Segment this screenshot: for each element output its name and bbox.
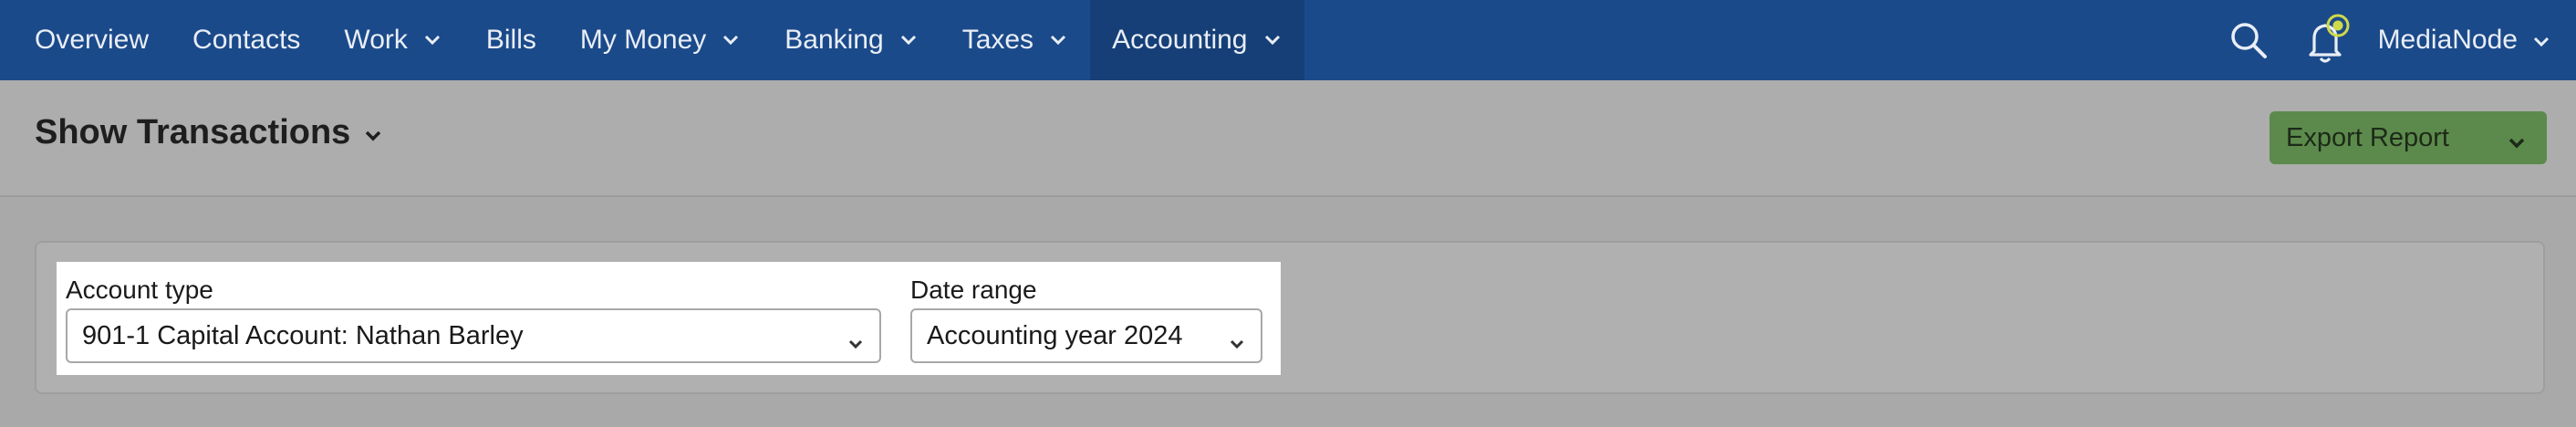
nav-item-accounting[interactable]: Accounting (1090, 0, 1304, 80)
page-header: Show Transactions Export Report (0, 80, 2576, 197)
nav-item-label: My Money (579, 25, 707, 55)
nav-item-bills[interactable]: Bills (464, 0, 558, 80)
export-report-label: Export Report (2286, 122, 2449, 152)
nav-item-label: Bills (485, 25, 536, 55)
search-icon[interactable] (2221, 13, 2276, 68)
date-range-select[interactable]: Accounting year 2024 (910, 308, 1262, 363)
nav-item-my-money[interactable]: My Money (558, 0, 763, 80)
chevron-down-icon (1228, 328, 1246, 359)
account-type-value: 901-1 Capital Account: Nathan Barley (82, 320, 524, 350)
date-range-value: Accounting year 2024 (927, 320, 1183, 350)
chevron-down-icon (2532, 25, 2550, 56)
nav-item-contacts[interactable]: Contacts (171, 0, 322, 80)
chevron-down-icon (1262, 30, 1283, 50)
account-type-select[interactable]: 901-1 Capital Account: Nathan Barley (66, 308, 881, 363)
nav-item-label: Contacts (192, 25, 301, 55)
page-title: Show Transactions (35, 113, 351, 151)
chevron-down-icon (721, 30, 741, 50)
chevron-down-icon (422, 30, 442, 50)
account-type-label: Account type (66, 276, 213, 304)
notification-bell-icon[interactable] (2300, 13, 2354, 68)
chevron-down-icon (2507, 128, 2527, 158)
nav-item-label: Taxes (961, 25, 1034, 55)
user-menu[interactable]: MediaNode (2378, 25, 2576, 56)
nav-item-label: Work (344, 25, 408, 55)
chevron-down-icon (363, 113, 383, 152)
nav-item-taxes[interactable]: Taxes (940, 0, 1090, 80)
nav-item-label: Banking (784, 25, 884, 55)
top-navigation: Overview Contacts Work Bills My Money Ba… (0, 0, 2576, 80)
nav-item-label: Accounting (1112, 25, 1248, 55)
date-range-label: Date range (910, 276, 1037, 304)
export-report-button[interactable]: Export Report (2270, 111, 2547, 164)
page-title-dropdown[interactable]: Show Transactions (35, 113, 383, 152)
chevron-down-icon (898, 30, 919, 50)
user-name: MediaNode (2377, 25, 2518, 55)
nav-item-label: Overview (35, 25, 150, 55)
nav-item-work[interactable]: Work (322, 0, 463, 80)
nav-item-banking[interactable]: Banking (763, 0, 940, 80)
nav-right-group: MediaNode (2221, 0, 2576, 80)
chevron-down-icon (847, 328, 865, 359)
nav-item-overview[interactable]: Overview (0, 0, 171, 80)
chevron-down-icon (1048, 30, 1068, 50)
